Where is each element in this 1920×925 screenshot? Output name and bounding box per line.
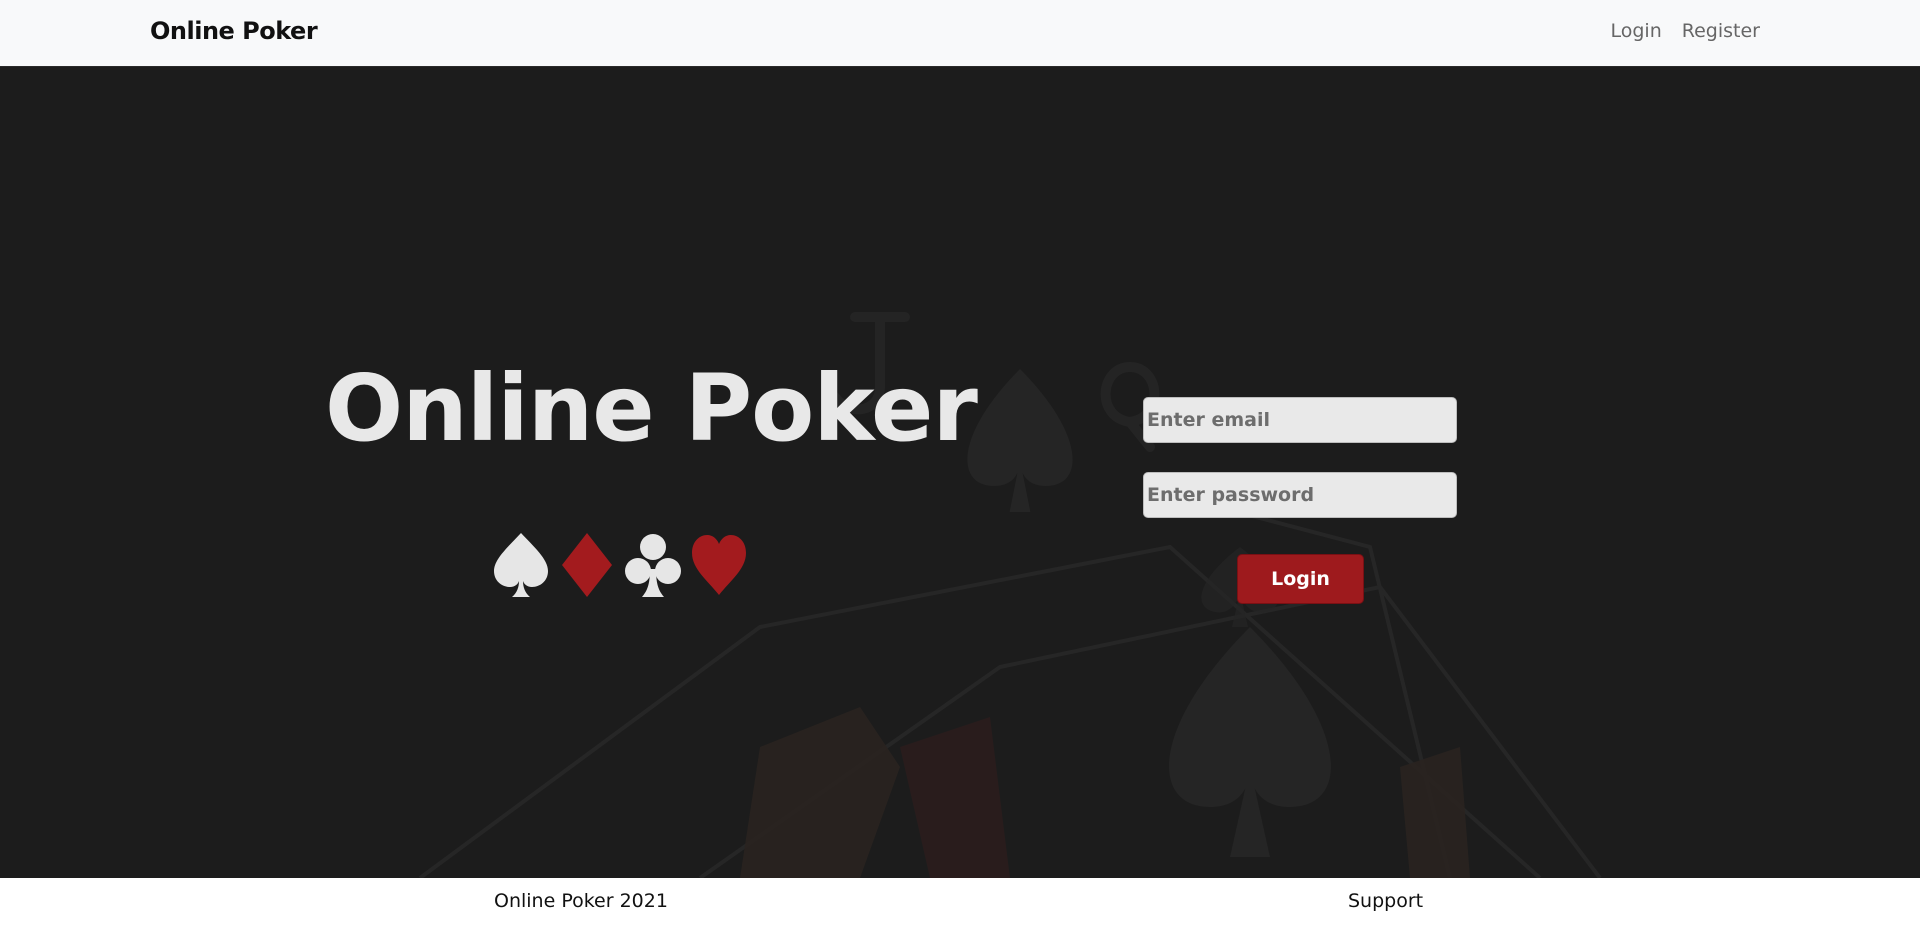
- nav-login-link[interactable]: Login: [1611, 20, 1662, 42]
- navbar: Online Poker Login Register: [0, 0, 1920, 67]
- brand-logo[interactable]: Online Poker: [150, 17, 318, 45]
- email-field[interactable]: [1143, 397, 1457, 443]
- login-button[interactable]: Login: [1237, 554, 1364, 604]
- password-field[interactable]: [1143, 472, 1457, 518]
- footer-support-link[interactable]: Support: [1348, 890, 1423, 912]
- hero-section: Online Poker Login: [0, 67, 1920, 878]
- footer: Online Poker 2021 Support: [0, 878, 1920, 925]
- playing-cards-background: [418, 312, 1602, 878]
- nav-links: Login Register: [1611, 20, 1761, 42]
- suit-icons: [490, 529, 750, 601]
- heart-icon: [692, 535, 746, 595]
- diamond-icon: [562, 533, 612, 597]
- spade-icon: [494, 533, 548, 597]
- club-icon: [625, 534, 681, 597]
- hero-title: Online Poker: [325, 355, 978, 462]
- footer-copyright: Online Poker 2021: [494, 890, 668, 912]
- nav-register-link[interactable]: Register: [1682, 20, 1760, 42]
- login-form: Login: [1143, 397, 1457, 604]
